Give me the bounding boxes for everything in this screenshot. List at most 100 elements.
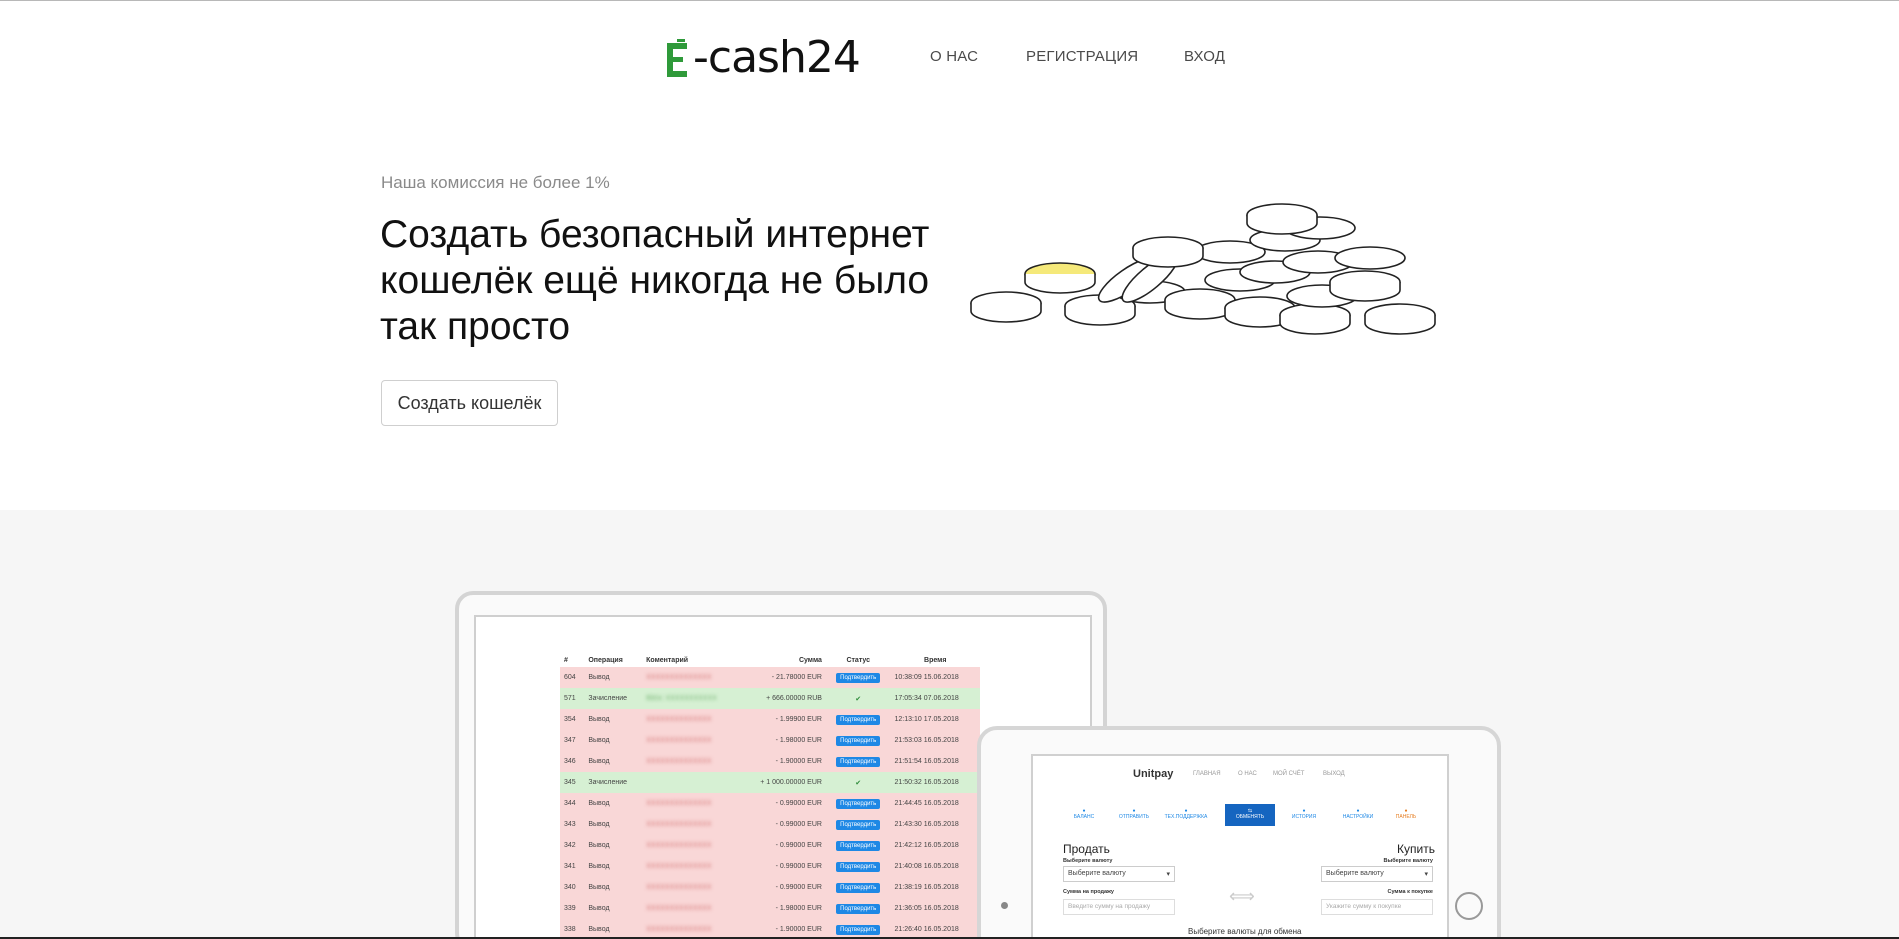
hero-subtitle: Наша комиссия не более 1%	[381, 173, 610, 192]
cell-status: Подтвердить	[825, 856, 891, 877]
cell-time: 10:38:09 15.06.2018	[890, 667, 980, 688]
col-id: #	[564, 656, 568, 664]
cell-operation: Вывод	[584, 730, 643, 751]
cell-id: 341	[560, 856, 585, 877]
cell-comment: XXXXXXXXXXXXXX	[642, 793, 740, 814]
confirm-button[interactable]: Подтвердить	[836, 798, 881, 809]
cell-id: 571	[560, 688, 585, 709]
confirm-button[interactable]: Подтвердить	[836, 840, 881, 851]
cell-status: Подтвердить	[825, 709, 891, 730]
tablet-menu-support[interactable]: ● ТЕХ.ПОДДЕРЖКА	[1163, 808, 1209, 820]
buy-amount-input[interactable]: Укажите сумму к покупке	[1321, 899, 1433, 915]
confirm-button[interactable]: Подтвердить	[836, 882, 881, 893]
cell-comment: XXXXXXXXXXXXXX	[642, 919, 740, 939]
cell-time: 21:36:05 16.05.2018	[890, 898, 980, 919]
sell-amount-input[interactable]: Введите сумму на продажу	[1063, 899, 1175, 915]
cell-time: 21:26:40 16.05.2018	[890, 919, 980, 939]
cell-time: 21:38:19 16.05.2018	[890, 877, 980, 898]
cell-amount: + 666.00000 RUB	[739, 688, 826, 709]
cell-id: 345	[560, 772, 585, 793]
cell-amount: - 1.98000 EUR	[739, 898, 826, 919]
chevron-down-icon: ▾	[1424, 871, 1428, 878]
cell-operation: Вывод	[584, 667, 643, 688]
create-wallet-button[interactable]: Создать кошелёк	[381, 380, 558, 426]
tablet-menu-send[interactable]: ● ОТПРАВИТЬ	[1111, 808, 1157, 820]
cell-comment: XXXXXXXXXXXXXX	[642, 709, 740, 730]
cell-id: 339	[560, 898, 585, 919]
cell-operation: Вывод	[584, 835, 643, 856]
cell-comment: XXXXXXXXXXXXXX	[642, 898, 740, 919]
confirm-button[interactable]: Подтвердить	[836, 714, 881, 725]
cell-time: 21:44:45 16.05.2018	[890, 793, 980, 814]
tablet-menu-exchange[interactable]: ⇆ ОБМЕНЯТЬ	[1225, 804, 1275, 826]
tablet-screen: Unitpay ГЛАВНАЯ О НАС МОЙ СЧЁТ ВЫХОД ● БА…	[1031, 754, 1449, 939]
table-row: 341 Вывод XXXXXXXXXXXXXX - 0.99000 EUR Подтв…	[560, 856, 980, 877]
confirm-button[interactable]: Подтвердить	[836, 903, 881, 914]
confirm-button[interactable]: Подтвердить	[836, 756, 881, 767]
confirm-button[interactable]: Подтвердить	[836, 924, 881, 935]
cell-time: 21:42:12 16.05.2018	[890, 835, 980, 856]
sell-currency-select[interactable]: Выберите валюту ▾	[1063, 866, 1175, 882]
cell-status: Подтвердить	[825, 877, 891, 898]
col-status: Статус	[846, 656, 871, 664]
cell-comment: XXXXXXXXXXXXXX	[642, 835, 740, 856]
cell-status: Подтвердить	[825, 793, 891, 814]
tablet-menu-history[interactable]: ● ИСТОРИЯ	[1281, 808, 1327, 820]
confirm-button[interactable]: Подтвердить	[836, 735, 881, 746]
nav-register[interactable]: РЕГИСТРАЦИЯ	[1026, 48, 1138, 65]
confirm-button[interactable]: Подтвердить	[836, 819, 881, 830]
logo-text: -cash24	[693, 32, 861, 83]
tablet-brand: Unitpay	[1133, 768, 1174, 780]
sell-title: Продать	[1063, 842, 1110, 856]
chevron-down-icon: ▾	[1166, 871, 1170, 878]
tablet-nav-item[interactable]: О НАС	[1238, 771, 1257, 777]
logo-e-icon	[667, 39, 691, 77]
tablet-menu-balance[interactable]: ● БАЛАНС	[1061, 808, 1107, 820]
buy-currency-select[interactable]: Выберите валюту ▾	[1321, 866, 1433, 882]
sell-currency-label: Выберите валюту	[1063, 858, 1113, 864]
tablet-nav-item[interactable]: ГЛАВНАЯ	[1193, 771, 1221, 777]
cell-operation: Вывод	[584, 898, 643, 919]
table-row: 346 Вывод XXXXXXXXXXXXXX - 1.90000 EUR Подтв…	[560, 751, 980, 772]
tablet-nav-item[interactable]: МОЙ СЧЁТ	[1273, 771, 1304, 777]
cell-id: 344	[560, 793, 585, 814]
cell-id: 354	[560, 709, 585, 730]
cell-id: 347	[560, 730, 585, 751]
tablet-menu-panel[interactable]: ● ПАНЕЛЬ	[1383, 808, 1429, 820]
cell-status: Подтвердить	[825, 730, 891, 751]
cell-time: 21:43:30 16.05.2018	[890, 814, 980, 835]
cell-operation: Вывод	[584, 856, 643, 877]
table-row: 343 Вывод XXXXXXXXXXXXXX - 0.99000 EUR Подтв…	[560, 814, 980, 835]
exchange-arrows-icon: ⟺	[1229, 886, 1255, 906]
cell-id: 604	[560, 667, 585, 688]
col-comment: Коментарий	[646, 656, 689, 664]
cell-amount: - 0.99000 EUR	[739, 814, 826, 835]
tablet-nav-item[interactable]: ВЫХОД	[1323, 771, 1345, 777]
cell-status: Подтвердить	[825, 919, 891, 939]
tablet-menu-settings[interactable]: ● НАСТРОЙКИ	[1335, 808, 1381, 820]
nav-login[interactable]: ВХОД	[1184, 48, 1225, 65]
cell-comment: XXXXXXXXXXXXXX	[642, 751, 740, 772]
cell-comment: XXXXXXXXXXXXXX	[642, 856, 740, 877]
site-logo[interactable]: -cash24	[667, 32, 861, 83]
cell-status: ✔	[825, 772, 891, 793]
cell-id: 338	[560, 919, 585, 939]
table-row: 347 Вывод XXXXXXXXXXXXXX - 1.98000 EUR Подтв…	[560, 730, 980, 751]
nav-about[interactable]: О НАС	[930, 48, 978, 65]
site-header: -cash24 О НАС РЕГИСТРАЦИЯ ВХОД	[0, 0, 1899, 115]
cell-comment: XXXXXXXXXXXXXX	[642, 730, 740, 751]
hero-title: Создать безопасный интернет кошелёк ещё …	[380, 213, 930, 348]
cell-operation: Зачисление	[584, 688, 643, 709]
table-row: 339 Вывод XXXXXXXXXXXXXX - 1.98000 EUR Подтв…	[560, 898, 980, 919]
cell-status: Подтвердить	[825, 814, 891, 835]
cell-operation: Вывод	[584, 919, 643, 939]
cell-amount: - 0.99000 EUR	[739, 877, 826, 898]
table-row: 354 Вывод XXXXXXXXXXXXXX - 1.99900 EUR Подтв…	[560, 709, 980, 730]
confirm-button[interactable]: Подтвердить	[836, 672, 881, 683]
table-row: 345 Зачисление + 1 000.00000 EUR ✔ 21:50:32 …	[560, 772, 980, 793]
cell-operation: Вывод	[584, 877, 643, 898]
confirm-button[interactable]: Подтвердить	[836, 861, 881, 872]
buy-currency-label: Выберите валюту	[1383, 858, 1433, 864]
cell-comment: XXXXXXXXXXXXXX	[642, 877, 740, 898]
cell-time: 12:13:10 17.05.2018	[890, 709, 980, 730]
